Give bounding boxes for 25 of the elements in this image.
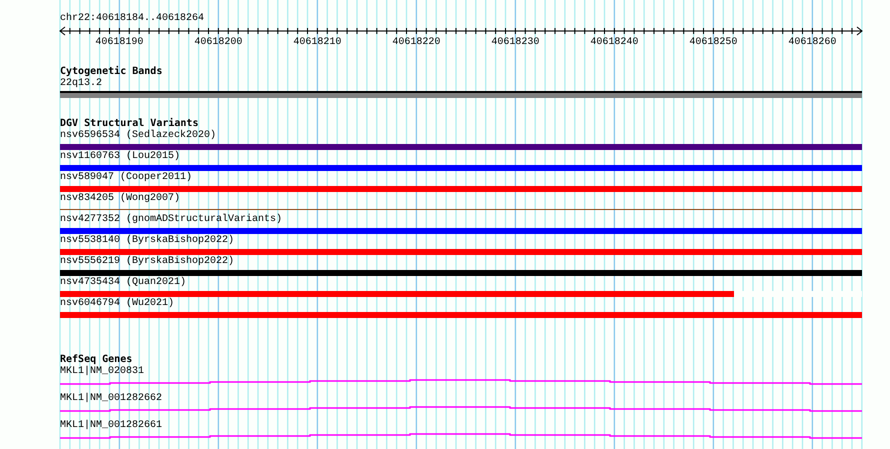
variant-label: nsv5556219 (ByrskaBishop2022) [60, 256, 234, 268]
track-title: DGV Structural Variants [60, 118, 198, 130]
tick-label: 40618240 [590, 37, 638, 48]
tick-label: 40618220 [392, 37, 440, 48]
band-label: 22q13.2 [60, 78, 102, 90]
track-title: Cytogenetic Bands [60, 66, 162, 78]
tick-label: 40618200 [194, 37, 242, 48]
variant-label: nsv589047 (Cooper2011) [60, 172, 192, 184]
transcript-label: MKL1|NM_020831 [60, 366, 144, 378]
tick-label: 40618210 [293, 37, 342, 48]
variant-label: nsv5538140 (ByrskaBishop2022) [60, 235, 234, 247]
variant-label: nsv4277352 (gnomADStructuralVariants) [60, 214, 282, 226]
variant-label: nsv6596534 (Sedlazeck2020) [60, 130, 216, 142]
variant-label: nsv4735434 (Quan2021) [60, 277, 186, 289]
variant-label: nsv834205 (Wong2007) [60, 193, 180, 205]
tick-label: 40618230 [491, 37, 540, 48]
transcript-label: MKL1|NM_001282661 [60, 420, 162, 432]
transcript-label: MKL1|NM_001282662 [60, 393, 162, 405]
location-label: chr22:40618184..40618264 [60, 13, 204, 25]
tick-label: 40618190 [95, 37, 144, 48]
tick-label: 40618260 [788, 37, 836, 48]
track-title: RefSeq Genes [60, 354, 132, 366]
variant-label: nsv1160763 (Lou2015) [60, 151, 180, 163]
tick-label: 40618250 [689, 37, 738, 48]
variant-label: nsv6046794 (Wu2021) [60, 298, 174, 310]
